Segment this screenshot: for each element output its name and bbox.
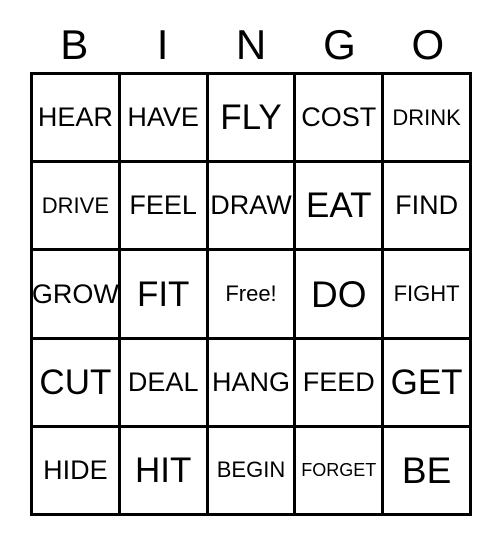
bingo-free-space-label: Free! xyxy=(225,281,277,306)
bingo-cell-label: CUT xyxy=(39,362,112,402)
bingo-cell[interactable]: CUT xyxy=(33,339,121,425)
bingo-cell-label: DEAL xyxy=(127,366,199,397)
bingo-cell[interactable]: FEED xyxy=(296,339,385,425)
bingo-cell-label: FIT xyxy=(136,274,190,314)
bingo-cell-label: COST xyxy=(301,102,377,133)
bingo-cell[interactable]: DEAL xyxy=(120,339,209,425)
bingo-header: BINGO xyxy=(30,18,472,72)
bingo-row: CUT DEAL HANG FEED GET xyxy=(33,339,469,428)
bingo-cell[interactable]: FIND xyxy=(384,163,469,249)
bingo-cell[interactable]: FIT xyxy=(120,251,209,337)
bingo-cell[interactable]: FIGHT xyxy=(384,251,469,337)
bingo-cell-label: EAT xyxy=(306,186,372,226)
bingo-cell-label: DRINK xyxy=(392,104,461,130)
bingo-cell-label: DO xyxy=(311,273,367,315)
bingo-cell[interactable]: FEEL xyxy=(120,163,209,249)
bingo-cell-label: HEAR xyxy=(37,102,113,133)
bingo-cell-label: FIGHT xyxy=(393,281,460,306)
bingo-cell[interactable]: HIT xyxy=(120,427,209,514)
bingo-row: HIDE HIT BEGIN FORGET BE xyxy=(33,427,469,514)
bingo-cell[interactable]: GET xyxy=(384,339,469,425)
bingo-cell[interactable]: DRAW xyxy=(208,163,297,249)
bingo-cell[interactable]: DRINK xyxy=(384,75,469,161)
bingo-header-letter-g: G xyxy=(323,21,356,68)
bingo-row: GROW FIT Free! DO FIGHT xyxy=(33,251,469,340)
bingo-cell-label: HANG xyxy=(211,366,290,397)
bingo-cell-label: GET xyxy=(390,362,463,402)
bingo-cell[interactable]: FORGET xyxy=(296,427,385,514)
bingo-cell-label: FEEL xyxy=(129,190,197,221)
bingo-cell-label: DRIVE xyxy=(41,192,110,218)
bingo-cell-label: FIND xyxy=(395,190,459,221)
bingo-cell[interactable]: HANG xyxy=(208,339,297,425)
bingo-cell[interactable]: HIDE xyxy=(33,427,121,514)
bingo-cell[interactable]: COST xyxy=(296,75,385,161)
bingo-cell[interactable]: BE xyxy=(384,427,469,514)
bingo-header-letter-b: B xyxy=(60,21,89,68)
bingo-cell[interactable]: HEAR xyxy=(33,75,121,161)
bingo-row: DRIVE FEEL DRAW EAT FIND xyxy=(33,163,469,252)
bingo-cell-label: HIDE xyxy=(43,454,108,485)
bingo-cell-label: DRAW xyxy=(210,190,292,221)
bingo-cell-label: FLY xyxy=(220,98,282,138)
bingo-cell-label: HAVE xyxy=(127,102,199,133)
bingo-cell-label: GROW xyxy=(33,278,119,309)
bingo-grid: HEAR HAVE FLY COST DRINK DRIVE FEEL DRAW EAT FIND… xyxy=(30,72,472,516)
bingo-row: HEAR HAVE FLY COST DRINK xyxy=(33,75,469,164)
bingo-header-letter-o: O xyxy=(411,21,445,68)
bingo-cell[interactable]: HAVE xyxy=(120,75,209,161)
bingo-free-space-cell[interactable]: Free! xyxy=(208,251,297,337)
bingo-cell[interactable]: EAT xyxy=(296,163,385,249)
bingo-cell-label: HIT xyxy=(135,450,192,490)
bingo-cell-label: BE xyxy=(401,449,452,491)
bingo-cell[interactable]: DO xyxy=(296,251,385,337)
bingo-cell-label: FEED xyxy=(302,366,375,397)
bingo-card: B I N G O HEAR HAVE FLY COST DRINK DRIVE FEEL DRAW E… xyxy=(0,0,501,544)
bingo-header-letter-i: I xyxy=(156,21,169,68)
bingo-cell-label: FORGET xyxy=(301,460,377,481)
bingo-cell[interactable]: GROW xyxy=(33,251,121,337)
bingo-cell[interactable]: BEGIN xyxy=(208,427,297,514)
bingo-cell[interactable]: FLY xyxy=(208,75,297,161)
bingo-cell-label: BEGIN xyxy=(216,457,286,483)
bingo-cell[interactable]: DRIVE xyxy=(33,163,121,249)
bingo-header-letter-n: N xyxy=(235,21,267,68)
